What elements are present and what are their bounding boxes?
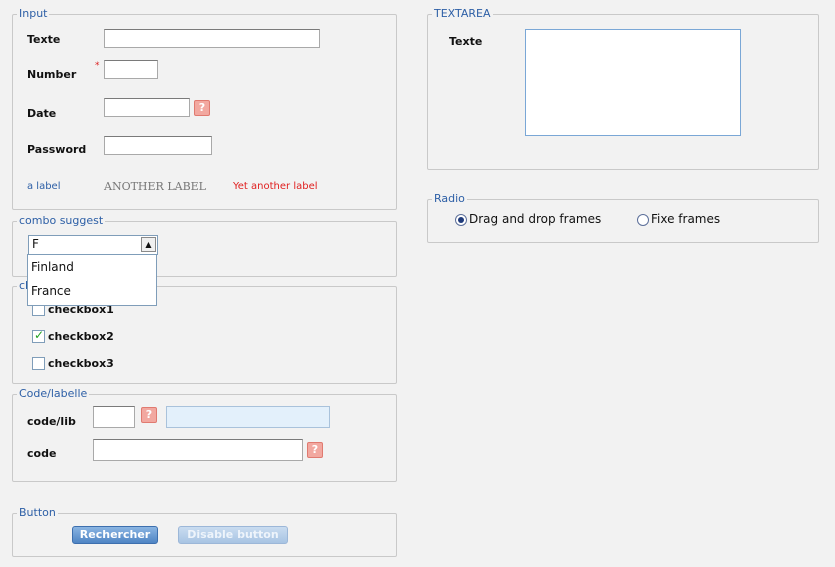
code-input[interactable] — [93, 439, 303, 461]
textarea-fieldset: TEXTAREA Texte — [427, 8, 819, 170]
texte-label: Texte — [27, 33, 61, 46]
button-fieldset: Button Rechercher Disable button — [12, 507, 397, 557]
textarea-legend: TEXTAREA — [432, 7, 493, 20]
date-input[interactable] — [104, 98, 190, 117]
combo-input[interactable]: F — [28, 235, 158, 255]
code-help-icon[interactable]: ? — [307, 442, 323, 458]
checkbox-2-label: checkbox2 — [48, 330, 114, 343]
combo-option-finland[interactable]: Finland — [28, 255, 156, 279]
codelib-libelle-input — [166, 406, 330, 428]
combo-option-france[interactable]: France — [28, 279, 156, 303]
password-label: Password — [27, 143, 87, 156]
checkbox-3[interactable] — [32, 357, 45, 370]
number-input[interactable] — [104, 60, 158, 79]
combo-dropdown: Finland France — [27, 254, 157, 306]
code-label: code — [27, 447, 57, 460]
codelib-help-icon[interactable]: ? — [141, 407, 157, 423]
codelib-label: code/lib — [27, 415, 76, 428]
disabled-button: Disable button — [178, 526, 288, 544]
radio-drag-drop[interactable] — [455, 214, 467, 226]
date-help-icon[interactable]: ? — [194, 100, 210, 116]
checkbox-2[interactable]: ✓ — [32, 328, 45, 343]
radio-legend: Radio — [432, 192, 467, 205]
password-input[interactable] — [104, 136, 212, 155]
combo-legend: combo suggest — [17, 214, 106, 227]
yet-another-label: Yet another label — [233, 181, 318, 192]
texte-input[interactable] — [104, 29, 320, 48]
input-legend: Input — [17, 7, 50, 20]
radio-fixe[interactable] — [637, 214, 649, 226]
checkbox-3-label: checkbox3 — [48, 357, 114, 370]
combo-value: F — [32, 237, 39, 251]
radio-fixe-label: Fixe frames — [651, 212, 721, 226]
combo-arrow-button[interactable]: ▲ — [141, 237, 156, 252]
codelib-code-input[interactable] — [93, 406, 135, 428]
input-fieldset: Input Texte Number * Date ? Password a l… — [12, 8, 397, 210]
another-label: ANOTHER LABEL — [104, 180, 206, 193]
a-label: a label — [27, 181, 61, 192]
date-label: Date — [27, 107, 57, 120]
button-legend: Button — [17, 506, 58, 519]
required-marker: * — [95, 61, 100, 71]
textarea-texte-label: Texte — [449, 35, 483, 48]
number-label: Number — [27, 68, 77, 81]
texte-textarea[interactable] — [525, 29, 741, 136]
radio-fieldset: Radio Drag and drop frames Fixe frames — [427, 193, 819, 243]
checkmark-icon: ✓ — [34, 328, 45, 342]
codelib-legend: Code/labelle — [17, 387, 90, 400]
search-button[interactable]: Rechercher — [72, 526, 158, 544]
radio-drag-drop-label: Drag and drop frames — [469, 212, 602, 226]
chevron-up-icon: ▲ — [145, 240, 152, 249]
codelib-fieldset: Code/labelle code/lib ? code ? — [12, 388, 397, 482]
radio-selected-dot — [458, 217, 464, 223]
